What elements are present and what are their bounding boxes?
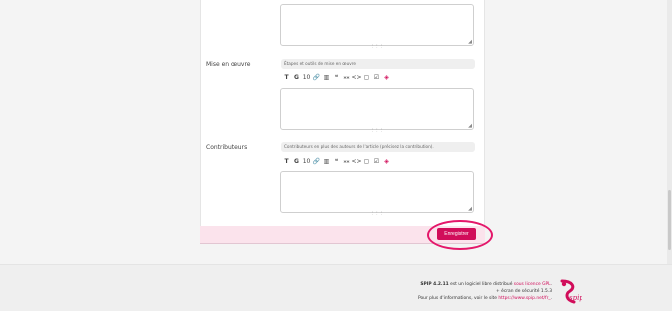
link-icon[interactable]: 🔗 (313, 74, 320, 82)
title-icon[interactable]: T (283, 74, 290, 82)
contributeurs-textarea[interactable]: ◢ ⋮⋮⋮ (280, 171, 474, 215)
field-hint-mise-en-oeuvre: Étapes et outils de mise en œuvre (281, 59, 475, 69)
bold-icon[interactable]: G (293, 158, 300, 166)
check-icon[interactable]: ☑ (373, 74, 380, 82)
table-icon[interactable]: ▥ (323, 158, 330, 166)
field-label-mise-en-oeuvre: Mise en œuvre (206, 61, 251, 68)
footer-info-punct: . (550, 296, 552, 301)
table-icon[interactable]: ▥ (323, 74, 330, 82)
grip-icon[interactable]: ⋮⋮⋮ (370, 43, 384, 48)
footnote-icon[interactable]: ⁎⁎ (343, 74, 350, 82)
scrollbar-thumb[interactable] (668, 190, 671, 250)
code-icon[interactable]: <> (351, 74, 361, 82)
previous-textarea[interactable]: ◢ ⋮⋮⋮ (280, 4, 474, 48)
resize-handle-icon[interactable]: ◢ (468, 123, 472, 129)
footer-brand: SPIP 4.2.11 (420, 282, 449, 287)
footer-info-text: Pour plus d'informations, voir le site (417, 296, 499, 301)
footer-credits-line: SPIP 4.2.11 est un logiciel libre distri… (420, 282, 552, 287)
mise-en-oeuvre-textarea[interactable]: ◢ ⋮⋮⋮ (280, 88, 474, 132)
preview-icon[interactable]: ▢ (363, 74, 370, 82)
bold-icon[interactable]: G (293, 74, 300, 82)
spip-icon[interactable]: ◈ (383, 74, 390, 82)
field-hint-contributeurs: Contributeurs en plus des auteurs de l'a… (281, 142, 475, 152)
footnote-icon[interactable]: ⁎⁎ (343, 158, 350, 166)
footer-security-line: + écran de sécurité 1.5.3 (496, 289, 552, 294)
spip-logo-text: spip (569, 294, 582, 302)
footer-punct: . (550, 282, 552, 287)
title-icon[interactable]: T (283, 158, 290, 166)
preview-icon[interactable]: ▢ (363, 158, 370, 166)
resize-handle-icon[interactable]: ◢ (468, 39, 472, 45)
field-label-contributeurs: Contributeurs (206, 144, 248, 151)
quote-icon[interactable]: ❝ (333, 74, 340, 82)
code-icon[interactable]: <> (351, 158, 361, 166)
footer-info-line: Pour plus d'informations, voir le site h… (418, 296, 552, 301)
link-icon[interactable]: 🔗 (313, 158, 320, 166)
resize-handle-icon[interactable]: ◢ (468, 206, 472, 212)
spip-icon[interactable]: ◈ (383, 158, 390, 166)
font-size-icon[interactable]: 10 (303, 74, 311, 82)
spip-logo-icon[interactable]: spip (556, 278, 582, 304)
grip-icon[interactable]: ⋮⋮⋮ (370, 210, 384, 215)
license-link[interactable]: sous licence GPL (514, 282, 551, 287)
font-size-icon[interactable]: 10 (303, 158, 311, 166)
editor-toolbar-1: T G 10 🔗 ▥ ❝ ⁎⁎ <> ▢ ☑ ◈ (283, 74, 390, 82)
footer-text: est un logiciel libre distribué (448, 282, 514, 287)
save-button-highlight-circle (427, 220, 493, 250)
spip-site-link[interactable]: https://www.spip.net/fr_ (498, 296, 550, 301)
check-icon[interactable]: ☑ (373, 158, 380, 166)
grip-icon[interactable]: ⋮⋮⋮ (370, 127, 384, 132)
quote-icon[interactable]: ❝ (333, 158, 340, 166)
editor-toolbar-2: T G 10 🔗 ▥ ❝ ⁎⁎ <> ▢ ☑ ◈ (283, 158, 390, 166)
